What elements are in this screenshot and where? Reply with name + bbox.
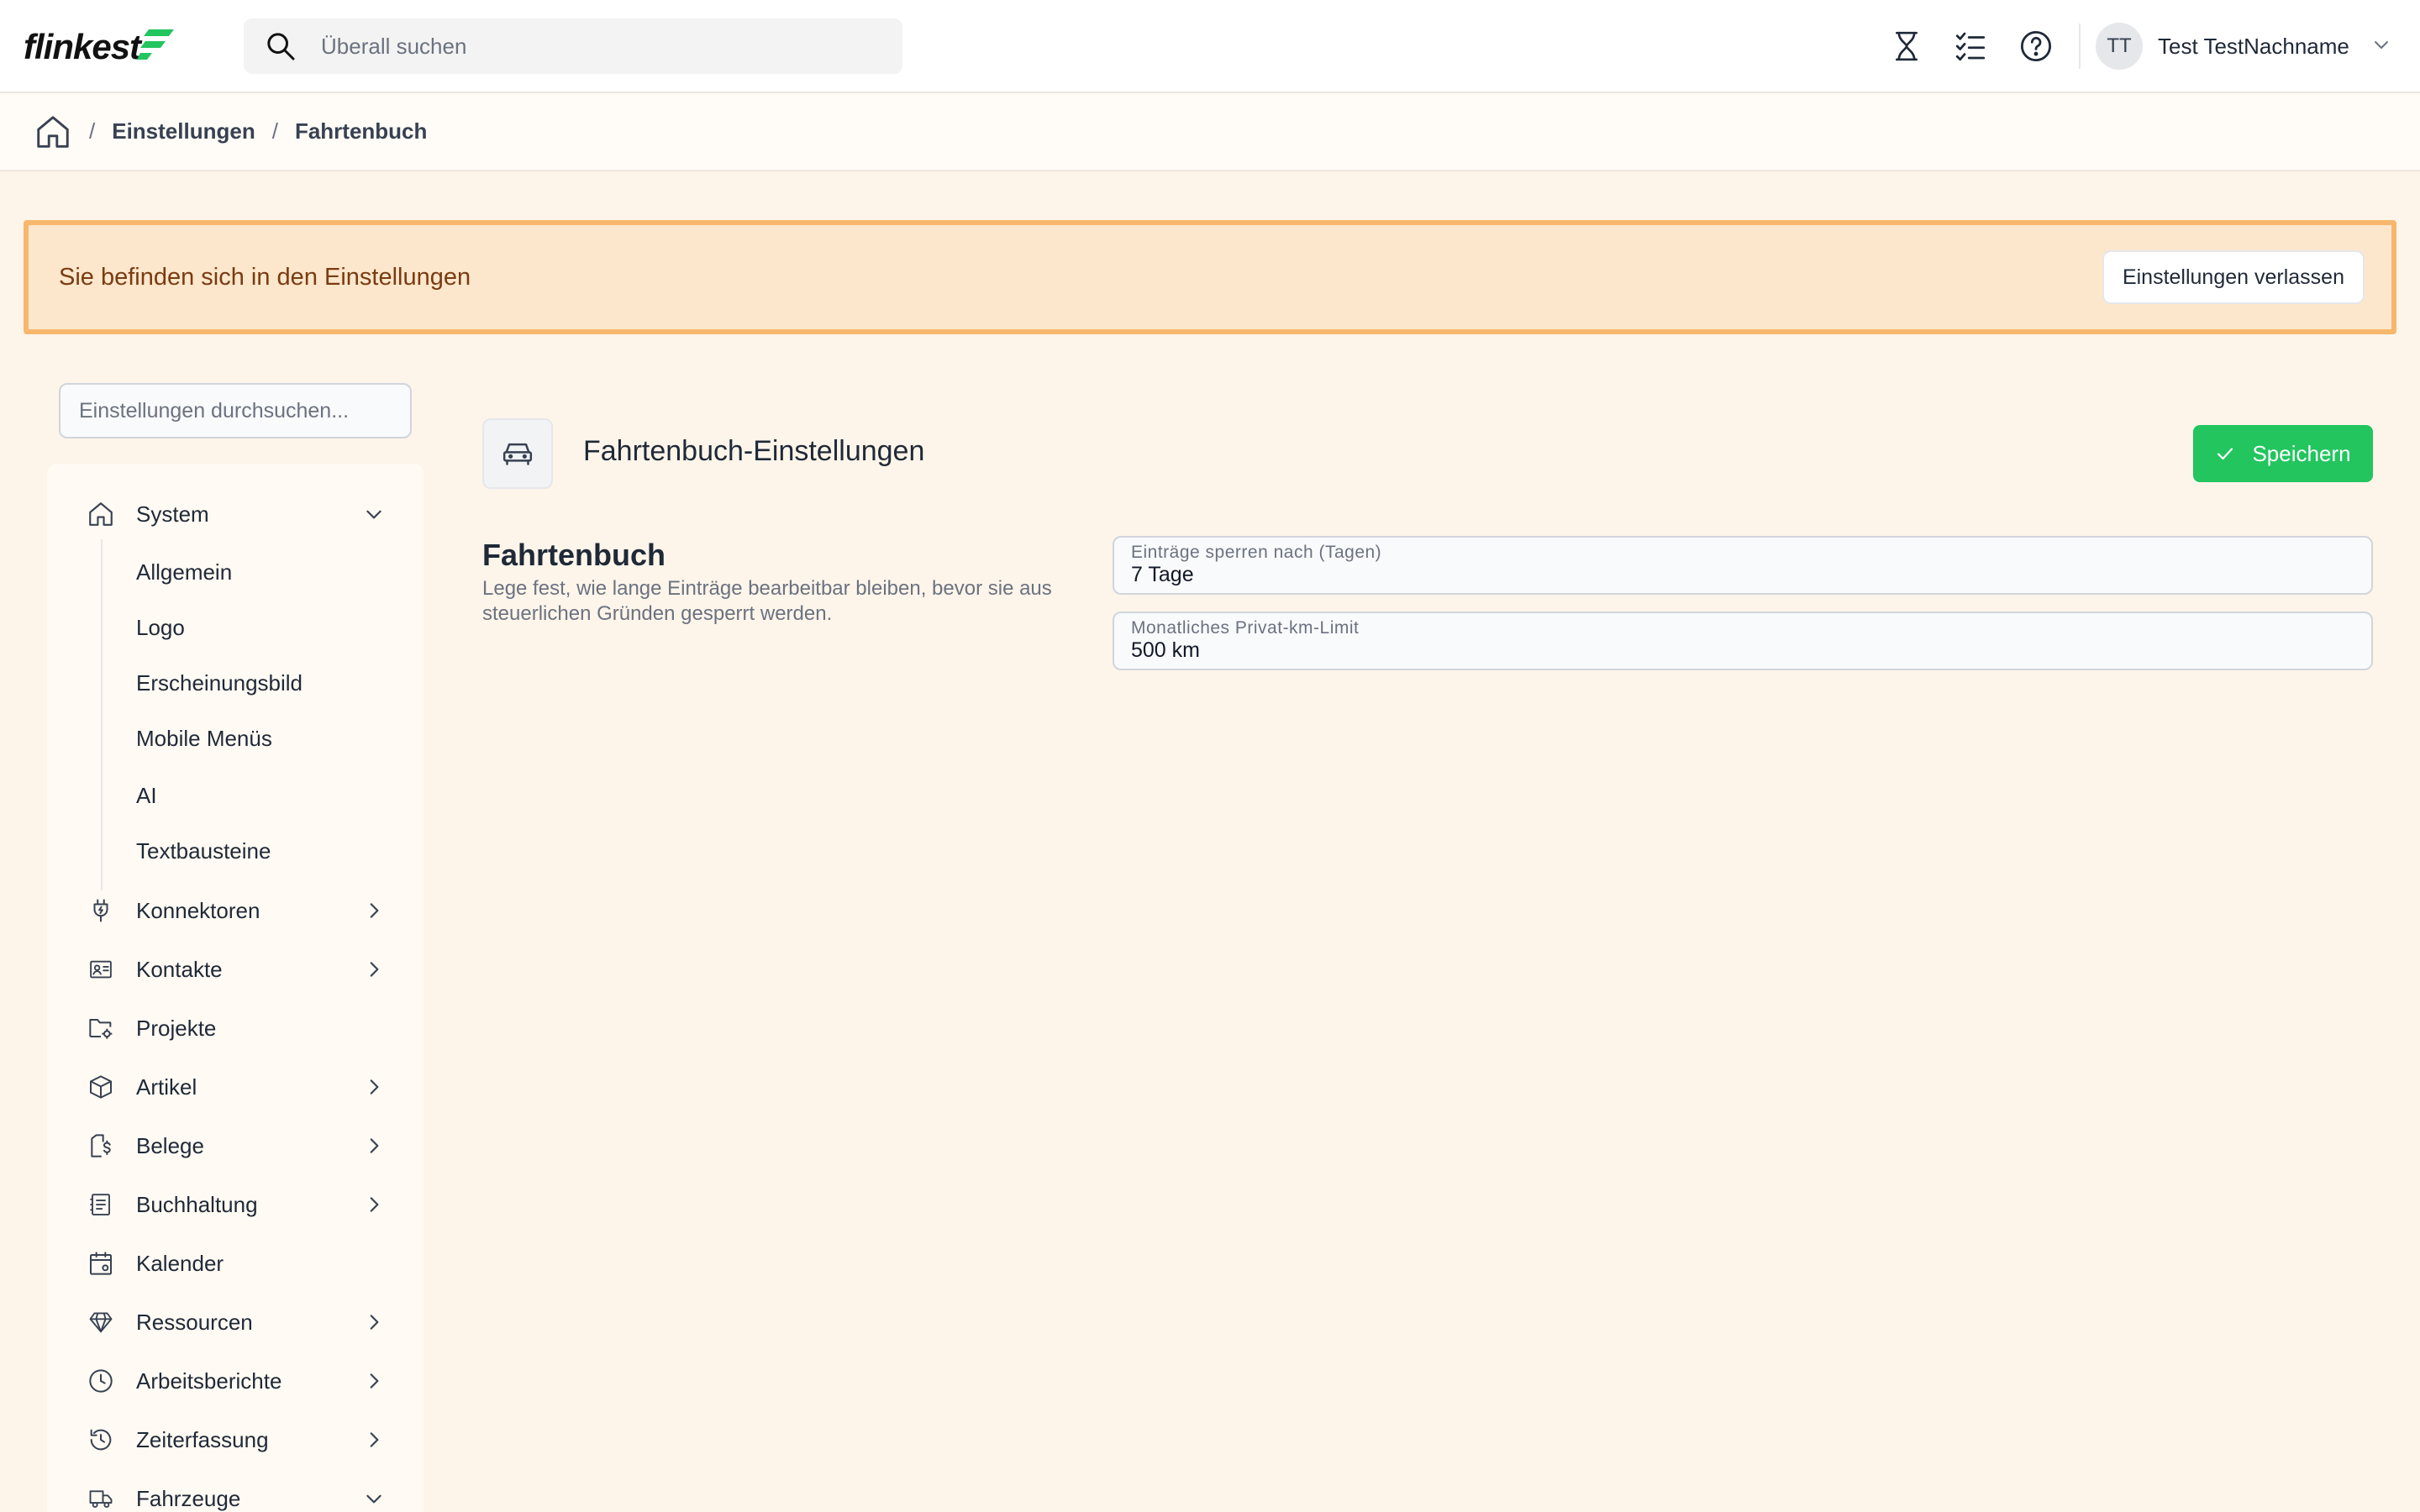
checklist-icon[interactable] (1949, 25, 1991, 67)
chevron-down-icon (361, 501, 387, 527)
sidebar-item-label: Konnektoren (136, 897, 260, 923)
hourglass-icon[interactable] (1886, 25, 1928, 67)
chevron-right-icon (361, 957, 387, 982)
folder-gear-icon (86, 1013, 116, 1043)
sidebar-item-fahrzeuge[interactable]: Fahrzeuge (47, 1473, 424, 1512)
submenu-line (101, 539, 103, 890)
sidebar-item-label: Projekte (136, 1015, 217, 1041)
sidebar-item-konnektoren[interactable]: Konnektoren (47, 885, 424, 936)
chevron-down-icon (2371, 34, 2391, 59)
sidebar-subitem-allgemein[interactable]: Allgemein (136, 551, 232, 593)
sidebar-item-kontakte[interactable]: Kontakte (47, 944, 424, 995)
breadcrumb-einstellungen[interactable]: Einstellungen (112, 118, 255, 144)
breadcrumb: / Einstellungen / Fahrtenbuch (0, 93, 2420, 171)
top-bar: flinkest TT Test TestNachname (0, 0, 2420, 93)
sidebar-item-zeiterfassung[interactable]: Zeiterfassung (47, 1415, 424, 1465)
check-icon (2215, 444, 2235, 464)
avatar: TT (2096, 23, 2143, 70)
field-label: Monatliches Privat-km-Limit (1131, 618, 1360, 638)
plug-icon (86, 895, 116, 926)
section-description: Lege fest, wie lange Einträge bearbeitba… (482, 577, 1052, 625)
sidebar-item-arbeitsberichte[interactable]: Arbeitsberichte (47, 1356, 424, 1406)
chevron-right-icon (361, 1310, 387, 1335)
logo[interactable]: flinkest (24, 25, 176, 69)
field-label: Einträge sperren nach (Tagen) (1131, 543, 1382, 562)
sidebar-item-belege[interactable]: Belege (47, 1121, 424, 1171)
sidebar-item-artikel[interactable]: Artikel (47, 1062, 424, 1112)
chevron-right-icon (361, 1133, 387, 1158)
box-icon (86, 1072, 116, 1102)
sidebar-item-label: Arbeitsberichte (136, 1368, 282, 1394)
logo-mark-icon (137, 29, 175, 60)
lock-entries-input[interactable] (1131, 563, 2341, 587)
sidebar-item-ressourcen[interactable]: Ressourcen (47, 1297, 424, 1347)
chevron-down-icon (361, 1486, 387, 1511)
save-button-label: Speichern (2252, 440, 2351, 466)
leave-settings-button[interactable]: Einstellungen verlassen (2102, 250, 2365, 304)
chevron-right-icon (361, 1074, 387, 1100)
sidebar-subitem-textbausteine[interactable]: Textbausteine (136, 830, 271, 872)
settings-search-input[interactable] (59, 383, 412, 438)
breadcrumb-current: Fahrtenbuch (294, 118, 428, 144)
sidebar-subitem-ai[interactable]: AI (136, 774, 157, 816)
user-name: Test TestNachname (2158, 33, 2349, 59)
breadcrumb-separator: / (271, 118, 278, 144)
save-button[interactable]: Speichern (2193, 425, 2373, 482)
chevron-right-icon (361, 1427, 387, 1452)
sidebar-item-label: Kalender (136, 1250, 224, 1276)
sidebar-subitem-mobile-menues[interactable]: Mobile Menüs (136, 717, 272, 759)
contact-card-icon (86, 954, 116, 984)
page-title: Fahrtenbuch-Einstellungen (583, 435, 925, 467)
chevron-right-icon (361, 1192, 387, 1217)
sidebar-item-label: Buchhaltung (136, 1191, 258, 1217)
sidebar-item-label: System (136, 501, 209, 527)
car-icon (482, 418, 553, 489)
sidebar-item-system[interactable]: System (47, 489, 424, 539)
home-icon (86, 499, 116, 529)
receipt-icon (86, 1131, 116, 1161)
history-icon (86, 1425, 116, 1455)
settings-sidebar: System Allgemein Logo Erscheinungsbild M… (47, 464, 424, 1512)
chevron-right-icon (361, 898, 387, 923)
sidebar-subitem-logo[interactable]: Logo (136, 606, 185, 648)
sidebar-item-projekte[interactable]: Projekte (47, 1003, 424, 1053)
breadcrumb-separator: / (89, 118, 96, 144)
settings-mode-banner: Sie befinden sich in den Einstellungen E… (24, 220, 2396, 334)
sidebar-item-label: Zeiterfassung (136, 1426, 269, 1452)
sidebar-item-label: Artikel (136, 1074, 197, 1100)
private-km-limit-field[interactable]: Monatliches Privat-km-Limit (1113, 612, 2373, 670)
sidebar-item-kalender[interactable]: Kalender (47, 1238, 424, 1289)
clock-icon (86, 1366, 116, 1396)
global-search[interactable] (244, 18, 902, 74)
help-icon[interactable] (2015, 25, 2057, 67)
truck-icon (86, 1483, 116, 1512)
private-km-limit-input[interactable] (1131, 638, 2341, 663)
home-icon[interactable] (34, 113, 72, 151)
global-search-input[interactable] (321, 33, 876, 60)
gem-icon (86, 1307, 116, 1337)
sidebar-item-label: Fahrzeuge (136, 1485, 241, 1511)
sidebar-item-buchhaltung[interactable]: Buchhaltung (47, 1179, 424, 1230)
user-menu[interactable]: TT Test TestNachname (2096, 22, 2391, 71)
search-icon (262, 28, 299, 65)
chevron-right-icon (361, 1368, 387, 1394)
lock-entries-field[interactable]: Einträge sperren nach (Tagen) (1113, 536, 2373, 595)
section-title: Fahrtenbuch (482, 538, 666, 572)
header-divider (2079, 24, 2081, 69)
sidebar-item-label: Kontakte (136, 956, 223, 982)
sidebar-item-label: Belege (136, 1132, 204, 1158)
logo-text: flinkest (24, 27, 141, 66)
sidebar-subitem-erscheinungsbild[interactable]: Erscheinungsbild (136, 662, 302, 704)
sidebar-item-label: Ressourcen (136, 1309, 253, 1335)
calendar-icon (86, 1248, 116, 1278)
banner-text: Sie befinden sich in den Einstellungen (59, 263, 471, 291)
ledger-icon (86, 1189, 116, 1220)
